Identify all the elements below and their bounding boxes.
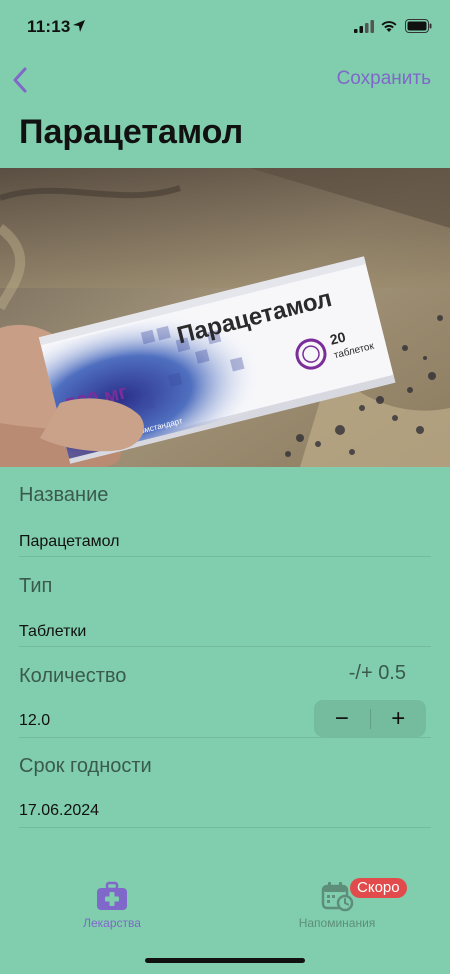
calendar-clock-icon [321, 882, 354, 912]
back-chevron-icon[interactable] [10, 66, 32, 94]
status-time: 11:13 [27, 17, 71, 36]
stepper-increment-button[interactable]: + [370, 700, 426, 737]
tab-medicines[interactable]: Лекарства [52, 880, 172, 930]
divider [19, 737, 431, 738]
type-field[interactable]: Таблетки [19, 623, 86, 641]
tab-medicines-label: Лекарства [83, 916, 141, 930]
save-button[interactable]: Сохранить [337, 68, 431, 90]
expiry-label: Срок годности [19, 755, 152, 777]
quantity-step-hint: -/+ 0.5 [348, 662, 406, 684]
medicine-photo-image: Парацетамол 500 мг 20 таблеток Фармстанд… [0, 168, 450, 467]
tab-reminders-label: Напоминания [298, 916, 376, 930]
type-label: Тип [19, 575, 53, 597]
quantity-stepper[interactable]: − + [314, 700, 426, 737]
cellular-signal-icon [354, 20, 374, 33]
medicine-photo: Парацетамол 500 мг 20 таблеток Фармстанд… [0, 168, 450, 467]
page-title: Парацетамол [19, 113, 244, 151]
quantity-field[interactable]: 12.0 [19, 712, 50, 730]
status-bar: 11:13 [0, 0, 450, 56]
expiry-date-field[interactable]: 17.06.2024 [19, 802, 99, 820]
stepper-decrement-button[interactable]: − [314, 700, 370, 737]
wifi-icon [381, 21, 397, 32]
divider [19, 827, 431, 828]
name-label: Название [19, 484, 109, 506]
location-arrow-icon [73, 20, 85, 32]
medkit-icon [97, 881, 127, 910]
home-indicator[interactable] [145, 958, 305, 963]
battery-icon [405, 19, 432, 33]
divider [19, 556, 431, 557]
name-field[interactable]: Парацетамол [19, 533, 119, 551]
coming-soon-badge: Скоро [350, 878, 407, 898]
quantity-label: Количество [19, 665, 127, 687]
divider [19, 646, 431, 647]
